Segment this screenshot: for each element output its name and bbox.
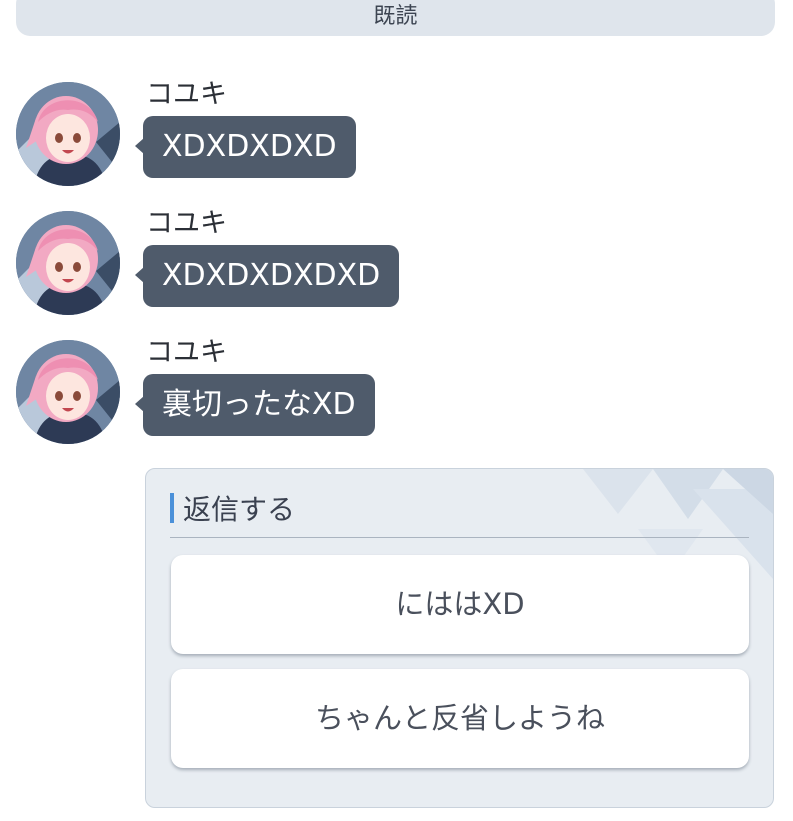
message-text: 裏切ったなXD bbox=[162, 387, 356, 422]
message-text: XDXDXDXD bbox=[162, 129, 337, 164]
message-item: コユキ 裏切ったなXD bbox=[16, 336, 756, 446]
read-status-bar: 既読 bbox=[16, 0, 775, 36]
message-bubble: XDXDXDXD bbox=[135, 116, 356, 178]
bubble-tail bbox=[135, 267, 144, 283]
sender-name: コユキ bbox=[146, 337, 227, 368]
character-avatar-icon bbox=[16, 211, 120, 315]
character-avatar-icon bbox=[16, 340, 120, 444]
avatar[interactable] bbox=[16, 211, 120, 315]
sender-name: コユキ bbox=[146, 208, 227, 239]
reply-panel: 返信する にははXD ちゃんと反省しようね bbox=[145, 468, 774, 808]
chat-screen: 既読 コユキ XDXDXDXD コユキ XDXDXDXDXD コユキ 裏切ったな… bbox=[0, 0, 793, 821]
reply-divider bbox=[170, 537, 749, 538]
bubble-tail bbox=[135, 138, 144, 154]
bubble-tail bbox=[135, 396, 144, 412]
reply-title: 返信する bbox=[183, 493, 296, 526]
message-bubble: XDXDXDXDXD bbox=[135, 245, 400, 307]
message-text: XDXDXDXDXD bbox=[162, 258, 381, 293]
reply-option-button[interactable]: にははXD bbox=[171, 555, 749, 654]
avatar[interactable] bbox=[16, 340, 120, 444]
reply-header: 返信する bbox=[170, 491, 296, 526]
avatar[interactable] bbox=[16, 82, 120, 186]
message-bubble: 裏切ったなXD bbox=[135, 374, 375, 436]
character-avatar-icon bbox=[16, 82, 120, 186]
read-status-label: 既読 bbox=[373, 4, 418, 29]
reply-accent-bar bbox=[170, 493, 174, 523]
message-item: コユキ XDXDXDXDXD bbox=[16, 207, 756, 317]
message-item: コユキ XDXDXDXD bbox=[16, 78, 756, 188]
sender-name: コユキ bbox=[146, 79, 227, 110]
reply-option-button[interactable]: ちゃんと反省しようね bbox=[171, 669, 749, 768]
